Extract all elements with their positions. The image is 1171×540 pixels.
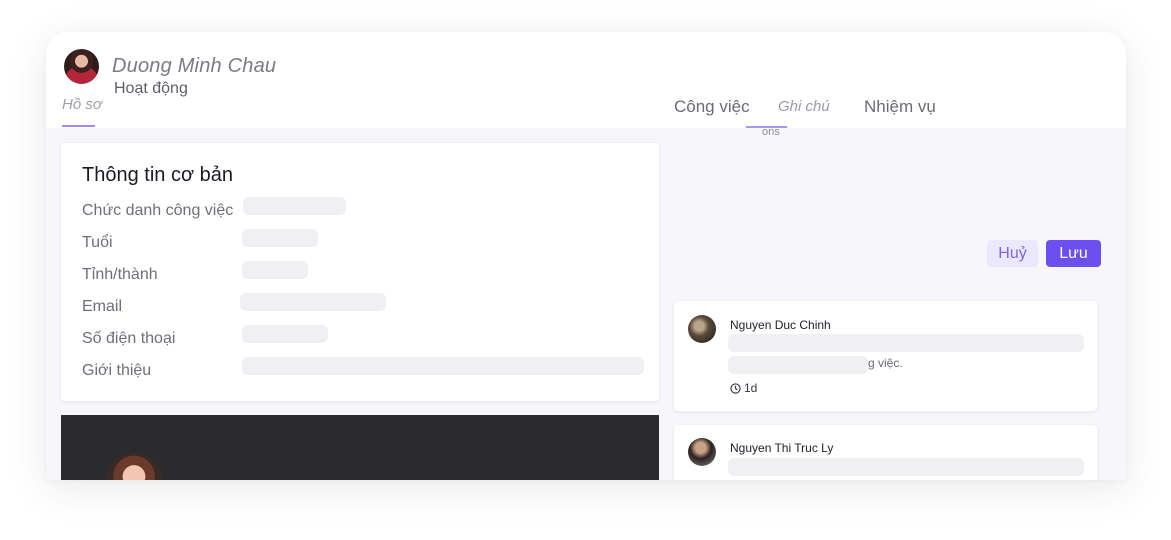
job-title-label: Chức danh công việc (82, 202, 234, 219)
user-name: Duong Minh Chau (112, 55, 277, 77)
email-value[interactable] (240, 293, 386, 311)
comment-text-fragment: g việc. (868, 356, 903, 370)
intro-label: Giới thiệu (82, 362, 152, 379)
phone-value[interactable] (242, 325, 328, 343)
user-avatar[interactable] (64, 49, 99, 84)
save-button[interactable]: Lưu (1046, 240, 1101, 267)
age-label: Tuổi (82, 234, 113, 251)
province-label: Tỉnh/thành (82, 266, 158, 283)
job-title-value[interactable] (243, 197, 346, 215)
comment-card: Nguyen Thi Truc Ly (674, 425, 1097, 480)
cancel-button[interactable]: Huỷ (987, 240, 1038, 267)
comment-time: 1d (730, 381, 757, 395)
comment-skeleton-line (728, 334, 1084, 352)
phone-label: Số điện thoại (82, 330, 176, 347)
email-label: Email (82, 298, 123, 315)
tab-notes[interactable]: Ghi chú (778, 98, 830, 115)
basic-info-title: Thông tin cơ bản (82, 164, 233, 186)
tab-profile-underline (62, 125, 95, 127)
comment-card: Nguyen Duc Chinh g việc. 1d (674, 301, 1097, 411)
intro-value[interactable] (242, 357, 644, 375)
header: Duong Minh Chau Hoạt động Hồ sơ Công việ… (46, 32, 1126, 128)
clock-icon (730, 382, 741, 394)
cover-panel (61, 415, 659, 480)
age-value[interactable] (242, 229, 318, 247)
commenter-name: Nguyen Thi Truc Ly (730, 441, 834, 455)
commenter-avatar[interactable] (688, 438, 716, 466)
commenter-avatar[interactable] (688, 315, 716, 343)
tab-activity[interactable]: Hoạt động (114, 80, 188, 98)
text-fragment: ons (762, 126, 780, 138)
profile-window: Duong Minh Chau Hoạt động Hồ sơ Công việ… (46, 32, 1126, 480)
tab-tasks[interactable]: Nhiệm vụ (864, 97, 936, 117)
profile-photo (106, 453, 162, 480)
comment-time-value: 1d (744, 381, 758, 395)
province-value[interactable] (242, 261, 308, 279)
comment-skeleton-line (728, 356, 868, 374)
commenter-name: Nguyen Duc Chinh (730, 318, 831, 332)
tab-profile[interactable]: Hồ sơ (62, 96, 102, 113)
comment-skeleton-line (728, 458, 1084, 476)
basic-info-card: Thông tin cơ bản Chức danh công việc Tuổ… (61, 143, 659, 401)
tab-work[interactable]: Công việc (674, 97, 750, 117)
